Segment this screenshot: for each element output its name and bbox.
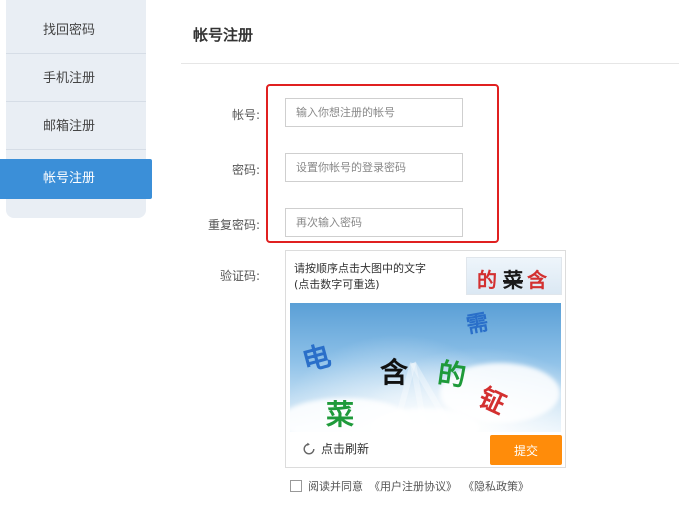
sidebar-item-label: 找回密码 (43, 23, 96, 38)
target-char: 的 (477, 268, 497, 292)
sidebar-item-label: 手机注册 (43, 71, 96, 86)
privacy-link[interactable]: 《隐私政策》 (463, 478, 529, 494)
password-label: 密码: (231, 163, 260, 177)
title-divider (181, 63, 679, 64)
password-input[interactable] (285, 153, 463, 182)
captcha-target-chars: 的 菜 含 (466, 257, 562, 295)
submit-button[interactable]: 提交 (490, 435, 562, 465)
repeat-password-input[interactable] (285, 208, 463, 237)
sidebar-item-recover-password[interactable]: 找回密码 (6, 8, 146, 54)
agree-checkbox[interactable] (290, 480, 302, 492)
page-title: 帐号注册 (193, 26, 254, 44)
captcha-char[interactable]: 含 (380, 351, 408, 391)
agree-text: 阅读并同意 (308, 480, 363, 493)
captcha-char[interactable]: 菜 (326, 393, 354, 432)
sidebar-item-label: 邮箱注册 (43, 119, 96, 134)
repeat-password-label: 重复密码: (207, 218, 260, 232)
sidebar-nav: 找回密码 手机注册 邮箱注册 帐号注册 (0, 0, 152, 218)
account-label: 帐号: (231, 108, 260, 122)
refresh-label: 点击刷新 (321, 442, 370, 456)
sidebar-item-email-register[interactable]: 邮箱注册 (6, 104, 146, 150)
sidebar-item-account-register[interactable]: 帐号注册 (0, 159, 152, 199)
captcha-char[interactable]: 需 (463, 304, 490, 339)
captcha-label: 验证码: (219, 269, 260, 283)
captcha-refresh[interactable]: 点击刷新 (302, 440, 369, 457)
target-char: 菜 (503, 268, 523, 292)
captcha-widget: 请按顺序点击大图中的文字 (点击数字可重选) 的 菜 含 电 含 的 菜 需 钲… (285, 250, 566, 468)
captcha-char[interactable]: 的 (435, 351, 468, 395)
refresh-icon (303, 442, 315, 454)
agreement-row: 阅读并同意 《用户注册协议》 《隐私政策》 (290, 478, 529, 494)
captcha-char[interactable]: 电 (297, 334, 335, 380)
sidebar-item-label: 帐号注册 (43, 171, 96, 186)
sidebar-item-phone-register[interactable]: 手机注册 (6, 56, 146, 102)
captcha-instruction: 请按顺序点击大图中的文字 (点击数字可重选) (294, 262, 426, 291)
terms-link[interactable]: 《用户注册协议》 (369, 478, 457, 494)
account-input[interactable] (285, 98, 463, 127)
target-char: 含 (527, 268, 547, 292)
captcha-image[interactable]: 电 含 的 菜 需 钲 (290, 303, 561, 432)
